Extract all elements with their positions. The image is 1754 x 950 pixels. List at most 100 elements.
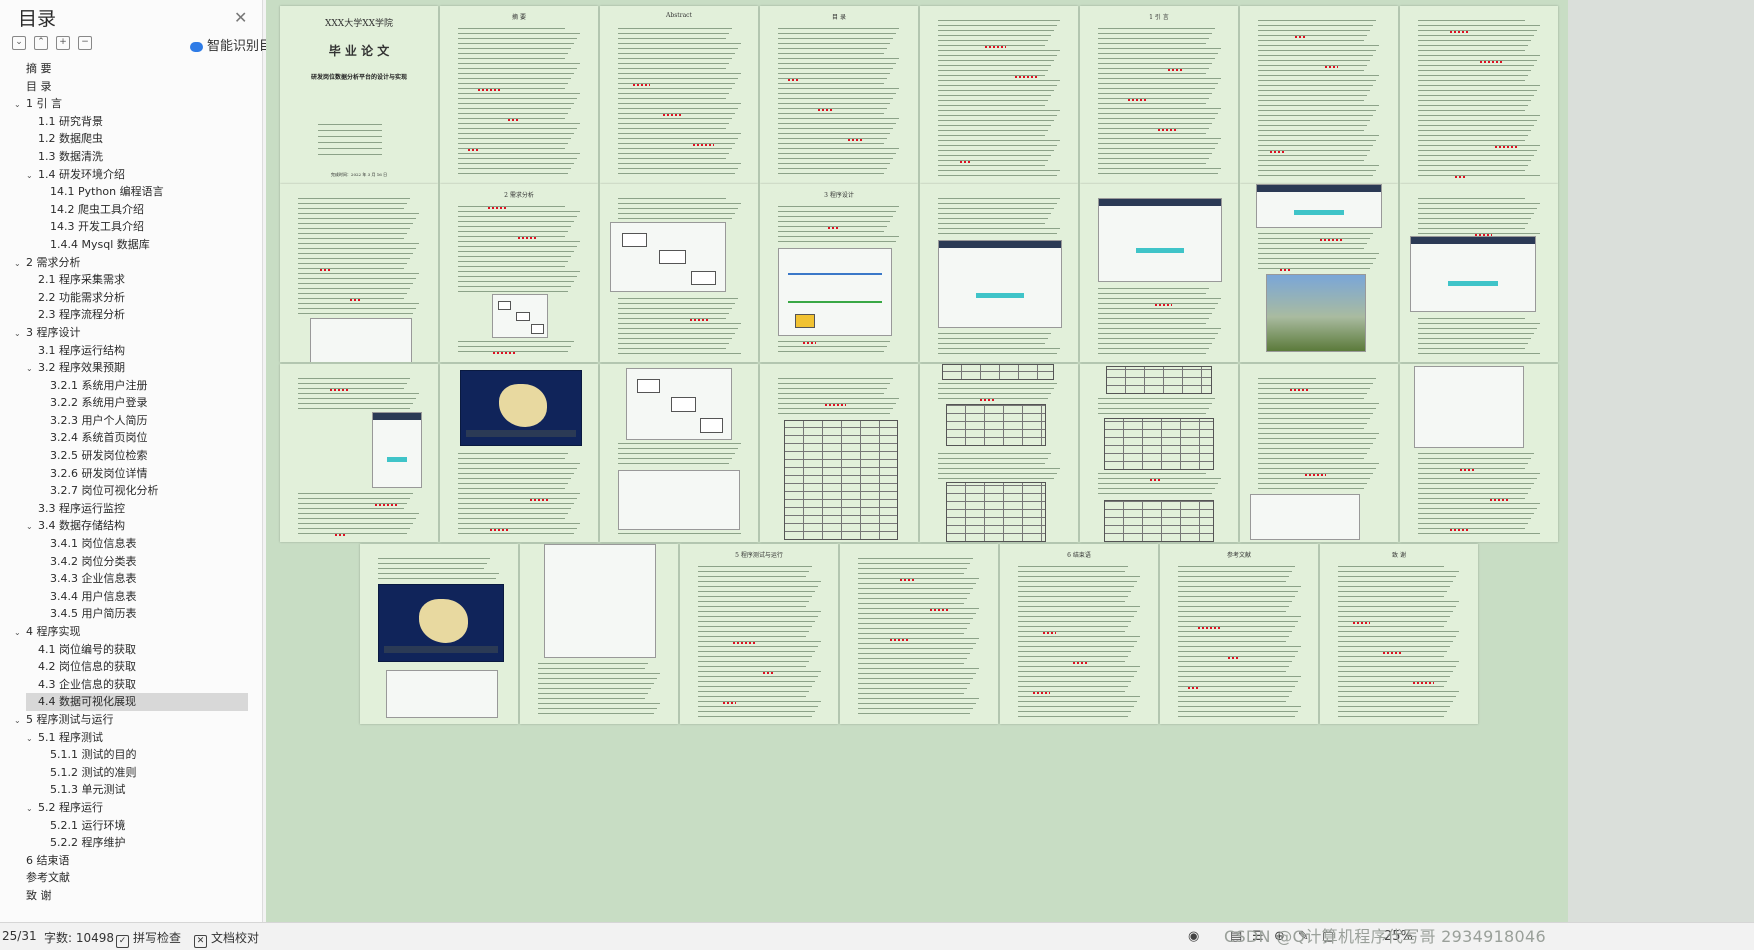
toc-item[interactable]: 5.2.1 运行环境 xyxy=(0,817,262,835)
page-thumbnail[interactable] xyxy=(920,6,1078,184)
toc-item[interactable]: 5.1.3 单元测试 xyxy=(0,781,262,799)
chevron-down-icon[interactable]: ⌄ xyxy=(26,167,36,185)
page-thumbnail[interactable]: 1 引 言 xyxy=(1080,6,1238,184)
chevron-down-icon[interactable]: ⌄ xyxy=(14,325,24,343)
toc-item[interactable]: 14.3 开发工具介绍 xyxy=(0,218,262,236)
toc-item[interactable]: ⌄ 3.4 数据存储结构 xyxy=(0,517,262,535)
toc-item[interactable]: 6 结束语 xyxy=(0,852,262,870)
toc-item[interactable]: ⌄ 4 程序实现 xyxy=(0,623,262,641)
close-icon[interactable]: ✕ xyxy=(234,8,247,27)
page-thumbnail[interactable] xyxy=(1240,364,1398,542)
chevron-down-icon[interactable]: ⌄ xyxy=(26,800,36,818)
page-thumbnail[interactable] xyxy=(920,184,1078,362)
page-thumbnail[interactable] xyxy=(280,364,438,542)
page-thumbnail[interactable] xyxy=(440,364,598,542)
toc-item[interactable]: 2.3 程序流程分析 xyxy=(0,306,262,324)
toc-item[interactable]: 3.4.3 企业信息表 xyxy=(0,570,262,588)
page-thumbnail[interactable]: 2 需求分析 xyxy=(440,184,598,362)
page-thumbnail[interactable] xyxy=(1080,184,1238,362)
toc-item[interactable]: 3.1 程序运行结构 xyxy=(0,342,262,360)
word-count[interactable]: 字数: 10498 xyxy=(44,929,114,946)
toc-item[interactable]: 3.2.4 系统首页岗位 xyxy=(0,429,262,447)
chevron-down-icon[interactable]: ⌄ xyxy=(14,624,24,642)
chevron-down-icon[interactable]: ⌄ xyxy=(26,518,36,536)
toc-item[interactable]: ⌄ 3.2 程序效果预期 xyxy=(0,359,262,377)
page-thumbnail[interactable] xyxy=(760,364,918,542)
toc-item[interactable]: ⌄ 1.4 研发环境介绍 xyxy=(0,166,262,184)
toc-item[interactable]: ⌄ 5 程序测试与运行 xyxy=(0,711,262,729)
toc-item[interactable]: 3.3 程序运行监控 xyxy=(0,500,262,518)
chevron-down-icon[interactable]: ⌄ xyxy=(14,255,24,273)
toc-item[interactable]: ⌄ 5.1 程序测试 xyxy=(0,729,262,747)
toc-item[interactable]: 1.4.4 Mysql 数据库 xyxy=(0,236,262,254)
page-thumbnail[interactable]: 参考文献 xyxy=(1160,544,1318,724)
page-thumbnail[interactable] xyxy=(1080,364,1238,542)
toc-item[interactable]: 3.4.5 用户简历表 xyxy=(0,605,262,623)
toc-item[interactable]: 14.2 爬虫工具介绍 xyxy=(0,201,262,219)
toc-item[interactable]: ⌄ 3 程序设计 xyxy=(0,324,262,342)
toc-item[interactable]: ⌄ 2 需求分析 xyxy=(0,254,262,272)
page-thumbnail[interactable]: XXX大学XX学院毕 业 论 文研发岗位数据分析平台的设计与实现 完成时间：202… xyxy=(280,6,438,184)
chevron-down-icon[interactable]: ⌄ xyxy=(14,712,24,730)
toc-item[interactable]: 摘 要 xyxy=(0,60,262,78)
toc-item[interactable]: 4.4 数据可视化展现 xyxy=(26,693,248,711)
toc-item[interactable]: 1.3 数据清洗 xyxy=(0,148,262,166)
toc-item[interactable]: 目 录 xyxy=(0,78,262,96)
spell-check-toggle[interactable]: ✓ 拼写检查 xyxy=(116,929,181,948)
toc-item[interactable]: 3.4.2 岗位分类表 xyxy=(0,553,262,571)
toc-item[interactable]: 参考文献 xyxy=(0,869,262,887)
toc-item[interactable]: 2.2 功能需求分析 xyxy=(0,289,262,307)
toc-item[interactable]: 14.1 Python 编程语言 xyxy=(0,183,262,201)
page-thumbnail[interactable] xyxy=(360,544,518,724)
chevron-down-icon[interactable]: ⌄ xyxy=(14,96,24,114)
page-thumbnail[interactable]: 5 程序测试与运行 xyxy=(680,544,838,724)
page-thumbnail[interactable] xyxy=(920,364,1078,542)
page-thumbnail[interactable]: 目 录 xyxy=(760,6,918,184)
toc-item[interactable]: 3.2.2 系统用户登录 xyxy=(0,394,262,412)
page-thumbnail[interactable]: 致 谢 xyxy=(1320,544,1478,724)
collapse-all-icon[interactable]: ⌄ xyxy=(12,36,26,50)
toc-item[interactable]: 3.2.1 系统用户注册 xyxy=(0,377,262,395)
page-thumbnail[interactable] xyxy=(280,184,438,362)
toc-item[interactable]: 3.4.1 岗位信息表 xyxy=(0,535,262,553)
toc-item[interactable]: 3.4.4 用户信息表 xyxy=(0,588,262,606)
page-thumbnail[interactable]: 6 结束语 xyxy=(1000,544,1158,724)
page-indicator[interactable]: 25/31 xyxy=(2,929,37,943)
toc-item[interactable]: 5.2.2 程序维护 xyxy=(0,834,262,852)
toc-item[interactable]: ⌄ 1 引 言 xyxy=(0,95,262,113)
page-thumbnail[interactable] xyxy=(1400,364,1558,542)
chevron-down-icon[interactable]: ⌄ xyxy=(26,730,36,748)
toc-item[interactable]: 1.1 研究背景 xyxy=(0,113,262,131)
page-thumbnail[interactable] xyxy=(840,544,998,724)
toc-item[interactable]: 3.2.7 岗位可视化分析 xyxy=(0,482,262,500)
page-thumbnail[interactable] xyxy=(1240,6,1398,184)
toc-item[interactable]: 2.1 程序采集需求 xyxy=(0,271,262,289)
document-canvas[interactable]: XXX大学XX学院毕 业 论 文研发岗位数据分析平台的设计与实现 完成时间：202… xyxy=(266,0,1568,922)
page-thumbnail[interactable]: 3 程序设计 xyxy=(760,184,918,362)
page-thumbnail[interactable]: Abstract xyxy=(600,6,758,184)
page-thumbnail[interactable] xyxy=(1400,6,1558,184)
add-heading-icon[interactable]: + xyxy=(56,36,70,50)
toc-item[interactable]: ⌄ 5.2 程序运行 xyxy=(0,799,262,817)
eye-protect-icon[interactable]: ◉ xyxy=(1188,929,1199,944)
toc-item[interactable]: 3.2.6 研发岗位详情 xyxy=(0,465,262,483)
toc-item[interactable]: 4.2 岗位信息的获取 xyxy=(0,658,262,676)
chevron-down-icon[interactable]: ⌄ xyxy=(26,360,36,378)
toc-item[interactable]: 4.1 岗位编号的获取 xyxy=(0,641,262,659)
page-thumbnail[interactable]: 摘 要 xyxy=(440,6,598,184)
toc-item[interactable]: 4.3 企业信息的获取 xyxy=(0,676,262,694)
page-thumbnail[interactable] xyxy=(600,364,758,542)
page-thumbnail[interactable] xyxy=(520,544,678,724)
expand-one-icon[interactable]: ⌃ xyxy=(34,36,48,50)
page-thumbnail[interactable] xyxy=(600,184,758,362)
toc-item[interactable]: 3.2.3 用户个人简历 xyxy=(0,412,262,430)
toc-item[interactable]: 3.2.5 研发岗位检索 xyxy=(0,447,262,465)
doc-check-toggle[interactable]: ✕ 文档校对 xyxy=(194,929,259,948)
toc-item[interactable]: 5.1.1 测试的目的 xyxy=(0,746,262,764)
toc-item[interactable]: 5.1.2 测试的准则 xyxy=(0,764,262,782)
page-thumbnail[interactable] xyxy=(1240,184,1398,362)
toc-item[interactable]: 致 谢 xyxy=(0,887,262,905)
page-thumbnail[interactable] xyxy=(1400,184,1558,362)
remove-heading-icon[interactable]: − xyxy=(78,36,92,50)
toc-item[interactable]: 1.2 数据爬虫 xyxy=(0,130,262,148)
